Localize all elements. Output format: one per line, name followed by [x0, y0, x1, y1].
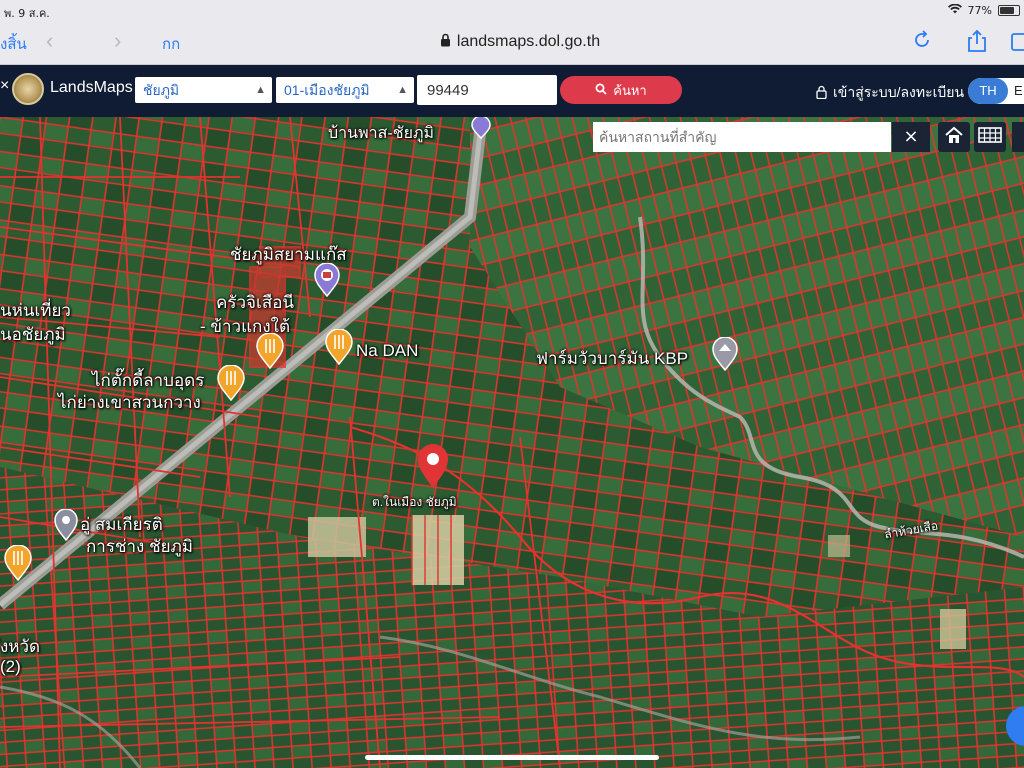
status-right: 77% — [947, 3, 1020, 17]
map-label-na-dan: Na DAN — [356, 341, 419, 360]
grid-toggle-button[interactable] — [974, 122, 1006, 152]
map-canvas[interactable]: บ้านพาส-ชัยภูมิ ชัยภูมิสยามแก๊ส ครัวจิเส… — [0, 117, 1024, 768]
wifi-icon — [947, 3, 962, 17]
login-link[interactable]: เข้าสู่ระบบ/ลงทะเบียน — [816, 82, 964, 104]
forward-arrow-icon[interactable]: › — [114, 28, 121, 54]
address-bar[interactable]: landsmaps.dol.go.th — [420, 30, 620, 54]
map-label-left: นห่นเที่ยว — [0, 301, 71, 320]
farm-pin-icon[interactable] — [712, 336, 738, 375]
map-label-bottom-2: (2) — [0, 657, 21, 676]
login-label: เข้าสู่ระบบ/ลงทะเบียน — [833, 84, 965, 100]
status-date: พ. 9 ส.ค. — [4, 7, 50, 20]
safari-toolbar: งสิ้น ‹ › กก landsmaps.dol.go.th — [0, 22, 1024, 65]
map-label-garage-2: การช่าง ชัยภูมิ — [86, 537, 193, 556]
map-label-restaurant: ครัวจิเสือนี — [216, 293, 295, 312]
lang-th[interactable]: TH — [968, 78, 1008, 104]
text-size-button[interactable]: กก — [162, 32, 180, 56]
restaurant-pin-icon[interactable] — [325, 328, 353, 369]
battery-percent: 77% — [967, 4, 992, 17]
parcel-number-input[interactable] — [417, 75, 557, 105]
map-label-left-2: นอชัยภูมิ — [0, 325, 66, 344]
lock-icon — [440, 33, 451, 52]
gas-station-pin-icon[interactable] — [314, 262, 340, 301]
home-button[interactable] — [938, 122, 970, 152]
done-button[interactable]: งสิ้น — [0, 32, 27, 56]
lang-en[interactable]: E — [1014, 78, 1023, 104]
ios-home-indicator — [365, 755, 659, 760]
url-text: landsmaps.dol.go.th — [456, 33, 601, 50]
chevron-updown-icon: ▲ — [397, 84, 408, 96]
map-label-bottom: ังหวัด — [0, 637, 41, 656]
satellite-imagery — [0, 117, 1024, 768]
grid-icon — [978, 127, 1002, 147]
share-icon[interactable] — [964, 28, 990, 54]
restaurant-pin-icon[interactable] — [217, 364, 245, 405]
search-button-label: ค้นหา — [613, 82, 647, 98]
parcel-location-pin-icon[interactable] — [417, 443, 449, 493]
landmark-search-input[interactable] — [593, 122, 891, 152]
language-toggle[interactable]: TH E — [968, 78, 1024, 104]
brand-name: LandsMaps — [50, 79, 133, 96]
dol-logo — [12, 73, 44, 105]
tabs-icon[interactable] — [1008, 28, 1024, 54]
province-select[interactable]: ชัยภูมิ ▲ — [135, 77, 272, 103]
map-label-farm: ฟาร์มวัวบาร์มัน KBP — [536, 349, 689, 368]
clear-search-button[interactable]: × — [892, 122, 930, 152]
search-button[interactable]: ค้นหา — [560, 76, 682, 104]
close-icon[interactable]: × — [0, 77, 9, 95]
chevron-updown-icon: ▲ — [255, 84, 266, 96]
app-header: × LandsMaps ชัยภูมิ ▲ 01-เมืองชัยภูมิ ▲ … — [0, 65, 1024, 117]
battery-icon — [998, 5, 1020, 16]
map-label-chicken-2: ไก่ย่างเขาสวนกวาง — [58, 393, 201, 412]
garage-pin-icon[interactable] — [54, 508, 78, 545]
back-arrow-icon[interactable]: ‹ — [46, 28, 53, 54]
home-icon — [944, 126, 964, 148]
district-select[interactable]: 01-เมืองชัยภูมิ ▲ — [276, 77, 414, 103]
map-tool-partial[interactable] — [1012, 122, 1024, 152]
close-icon: × — [903, 126, 919, 147]
lock-icon — [816, 85, 827, 102]
ios-status-bar: พ. 9 ส.ค. 77% — [0, 0, 1024, 22]
restaurant-pin-icon[interactable] — [256, 332, 284, 373]
district-value: 01-เมืองชัยภูมิ — [284, 82, 370, 98]
map-label-road: บ้านพาส-ชัยภูมิ — [328, 125, 435, 142]
restaurant-pin-icon[interactable] — [4, 544, 32, 585]
poi-pin-icon[interactable] — [470, 117, 492, 143]
search-icon — [595, 83, 607, 98]
map-label-pin: ต.ในเมือง ชัยภูมิ — [372, 495, 457, 509]
province-value: ชัยภูมิ — [143, 82, 180, 98]
reload-icon[interactable] — [910, 28, 936, 54]
